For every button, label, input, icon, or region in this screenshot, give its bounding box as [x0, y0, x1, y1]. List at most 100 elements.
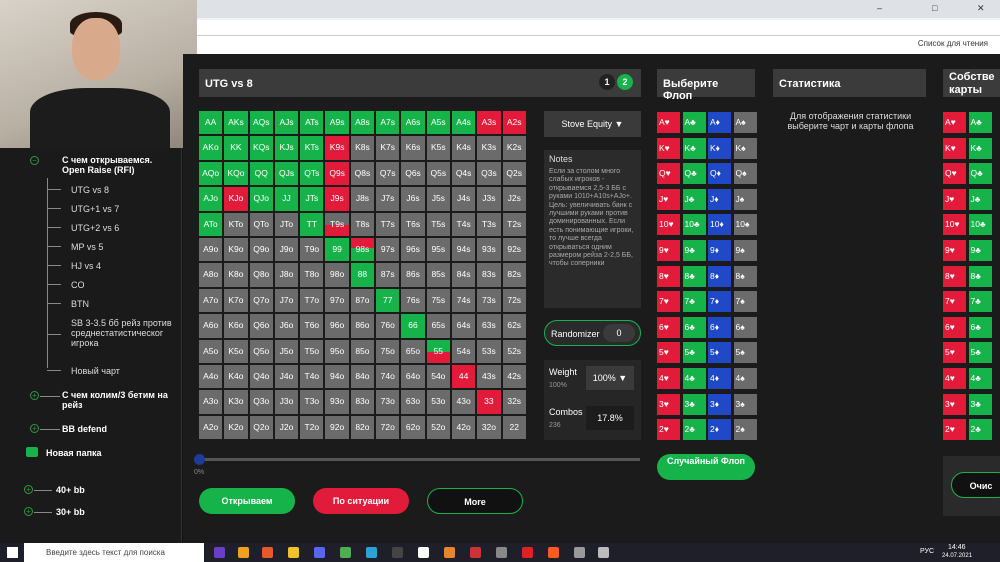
flop-card[interactable]: 5♥ — [657, 342, 680, 364]
hand-cell[interactable]: A6s — [401, 111, 425, 135]
app-icon[interactable] — [418, 547, 429, 558]
hand-cell[interactable]: Q2s — [502, 161, 526, 186]
hand-cell[interactable]: J3o — [274, 390, 299, 414]
hand-cell[interactable]: 33 — [477, 390, 501, 414]
expand-icon[interactable]: + — [24, 485, 33, 494]
hand-cell[interactable]: 93o — [325, 390, 349, 414]
hand-cell[interactable]: A5o — [199, 339, 223, 363]
hand-cell[interactable]: T7o — [300, 288, 324, 313]
hand-cell[interactable]: 94o — [325, 364, 349, 389]
sidebar-section-call[interactable]: С чем колим/3 бетим на рейз — [62, 390, 172, 410]
randomizer-value[interactable]: 0 — [603, 324, 635, 342]
hand-cell[interactable]: T8o — [300, 263, 324, 287]
hand-cell[interactable]: TT — [300, 212, 324, 236]
own-card[interactable]: 10♥ — [943, 214, 966, 236]
flop-card[interactable]: 6♣ — [682, 316, 706, 338]
hand-cell[interactable]: Q5s — [426, 161, 450, 186]
own-card[interactable]: Q♥ — [943, 163, 966, 185]
hand-cell[interactable]: J9o — [274, 237, 299, 262]
hand-cell[interactable]: 85o — [350, 339, 375, 363]
own-card[interactable]: K♣ — [968, 137, 992, 159]
hand-cell[interactable]: J5o — [274, 339, 299, 363]
language-indicator[interactable]: РУС — [920, 548, 934, 555]
hand-cell[interactable]: 66 — [401, 314, 425, 338]
flop-card[interactable]: Q♥ — [657, 163, 680, 185]
hand-cell[interactable]: J2s — [502, 187, 526, 211]
flop-card[interactable]: 3♦ — [708, 393, 731, 415]
hand-cell[interactable]: J7o — [274, 288, 299, 313]
hand-cell[interactable]: QQ — [249, 161, 273, 186]
expand-icon[interactable]: + — [30, 391, 39, 400]
hand-cell[interactable]: K6o — [224, 314, 248, 338]
hand-cell[interactable]: 87s — [376, 263, 400, 287]
flop-card[interactable]: 4♥ — [657, 368, 680, 389]
hand-cell[interactable]: KQs — [249, 136, 273, 160]
sidebar-item-mp-vs-5[interactable]: MP vs 5 — [71, 242, 103, 252]
minimize-icon[interactable]: – — [877, 3, 882, 13]
hand-cell[interactable]: JTs — [300, 187, 324, 211]
flop-card[interactable]: 6♠ — [733, 316, 757, 338]
hand-cell[interactable]: T5o — [300, 339, 324, 363]
hand-cell[interactable]: AKs — [224, 111, 248, 135]
open-button[interactable]: Открываем — [199, 488, 295, 514]
discord-icon[interactable] — [314, 547, 325, 558]
flop-card[interactable]: 9♥ — [657, 240, 680, 261]
hand-cell[interactable]: 83s — [477, 263, 501, 287]
hand-cell[interactable]: Q7o — [249, 288, 273, 313]
hand-cell[interactable]: 72o — [376, 415, 400, 440]
hand-cell[interactable]: 53s — [477, 339, 501, 363]
hand-cell[interactable]: J3s — [477, 187, 501, 211]
flop-card[interactable]: K♥ — [657, 137, 680, 159]
own-card[interactable]: 7♥ — [943, 291, 966, 313]
hand-cell[interactable]: A5s — [426, 111, 450, 135]
hand-cell[interactable]: 54s — [451, 339, 476, 363]
flop-card[interactable]: 5♠ — [733, 342, 757, 364]
hand-cell[interactable]: 72s — [502, 288, 526, 313]
app-icon[interactable] — [214, 547, 225, 558]
hand-cell[interactable]: ATs — [300, 111, 324, 135]
hand-cell[interactable]: AQo — [199, 161, 223, 186]
sidebar-folder-30bb[interactable]: 30+ bb — [56, 507, 85, 517]
hand-cell[interactable]: K7o — [224, 288, 248, 313]
flop-card[interactable]: 3♠ — [733, 393, 757, 415]
flop-card[interactable]: J♠ — [733, 188, 757, 210]
random-flop-button[interactable]: Случайный Флоп — [657, 454, 755, 480]
hand-cell[interactable]: 77 — [376, 288, 400, 313]
own-card[interactable]: 6♣ — [968, 316, 992, 338]
flop-card[interactable]: A♦ — [708, 112, 731, 133]
hand-cell[interactable]: 95o — [325, 339, 349, 363]
flop-card[interactable]: K♣ — [682, 137, 706, 159]
close-icon[interactable]: ✕ — [977, 3, 985, 14]
own-card[interactable]: 7♣ — [968, 291, 992, 313]
own-card[interactable]: 4♣ — [968, 368, 992, 389]
own-card[interactable]: 2♥ — [943, 419, 966, 441]
hand-cell[interactable]: T6s — [401, 212, 425, 236]
hand-cell[interactable]: 65s — [426, 314, 450, 338]
hand-cell[interactable]: JJ — [274, 187, 299, 211]
flop-card[interactable]: 7♥ — [657, 291, 680, 313]
hand-cell[interactable]: J9s — [325, 187, 349, 211]
reading-list-link[interactable]: Список для чтения — [918, 39, 988, 48]
hand-cell[interactable]: Q3s — [477, 161, 501, 186]
sidebar-item-sb[interactable]: SB 3-3.5 бб рейз против среднестатистиче… — [71, 318, 175, 348]
own-card[interactable]: K♥ — [943, 137, 966, 159]
hand-cell[interactable]: 73s — [477, 288, 501, 313]
hand-cell[interactable]: AQs — [249, 111, 273, 135]
flop-card[interactable]: 2♣ — [682, 419, 706, 441]
hand-cell[interactable]: 62s — [502, 314, 526, 338]
situation-button[interactable]: По ситуации — [313, 488, 409, 514]
hand-cell[interactable]: 87o — [350, 288, 375, 313]
hand-cell[interactable]: 95s — [426, 237, 450, 262]
hand-cell[interactable]: 74o — [376, 364, 400, 389]
own-card[interactable]: 9♣ — [968, 240, 992, 261]
sidebar-item-utg2-vs-6[interactable]: UTG+2 vs 6 — [71, 223, 119, 233]
flop-card[interactable]: Q♦ — [708, 163, 731, 185]
hand-cell[interactable]: 52o — [426, 415, 450, 440]
hand-cell[interactable]: T8s — [350, 212, 375, 236]
own-card[interactable]: A♥ — [943, 112, 966, 133]
hand-cell[interactable]: 52s — [502, 339, 526, 363]
hand-cell[interactable]: 75o — [376, 339, 400, 363]
flop-card[interactable]: 5♣ — [682, 342, 706, 364]
flop-card[interactable]: J♣ — [682, 188, 706, 210]
flop-card[interactable]: 4♦ — [708, 368, 731, 389]
